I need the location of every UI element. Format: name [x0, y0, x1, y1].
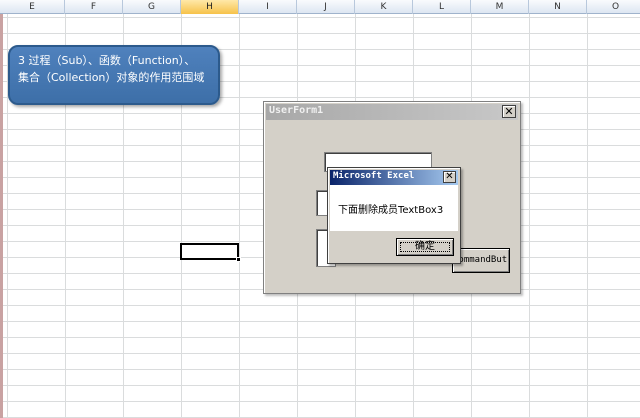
column-header-k[interactable]: K: [355, 0, 413, 14]
ok-button[interactable]: 确定: [396, 238, 454, 256]
message-box-text: 下面删除成员TextBox3: [338, 205, 444, 216]
column-header-m[interactable]: M: [471, 0, 529, 14]
userform-title: UserForm1: [269, 105, 324, 116]
column-header-g[interactable]: G: [123, 0, 181, 14]
column-header-o[interactable]: O: [587, 0, 640, 14]
callout-line-1: 3 过程（Sub）、函数（Function）、: [18, 54, 196, 67]
message-box-title: Microsoft Excel: [333, 171, 415, 181]
message-box-close-button[interactable]: ✕: [443, 171, 456, 183]
column-header-n[interactable]: N: [529, 0, 587, 14]
message-box-body: 下面删除成员TextBox3: [330, 185, 458, 231]
sheet-left-border: [0, 14, 3, 418]
title-callout: 3 过程（Sub）、函数（Function）、 集合（Collection）对象…: [8, 45, 220, 105]
active-cell-h[interactable]: [180, 243, 241, 262]
callout-line-2: 集合（Collection）对象的作用范围域: [18, 71, 205, 84]
column-header-j[interactable]: J: [297, 0, 355, 14]
column-header-l[interactable]: L: [413, 0, 471, 14]
fill-handle[interactable]: [236, 257, 241, 262]
column-header-f[interactable]: F: [65, 0, 123, 14]
column-header-e[interactable]: E: [0, 0, 65, 14]
column-header-i[interactable]: I: [239, 0, 297, 14]
message-box-dialog[interactable]: Microsoft Excel ✕ 下面删除成员TextBox3 确定: [327, 167, 461, 264]
column-header-h[interactable]: H: [181, 0, 239, 14]
column-header-row: EFGHIJKLMNO: [0, 0, 640, 14]
message-box-titlebar[interactable]: Microsoft Excel ✕: [330, 170, 458, 185]
userform-close-button[interactable]: ✕: [502, 105, 516, 118]
userform-titlebar[interactable]: UserForm1 ✕: [266, 104, 518, 120]
